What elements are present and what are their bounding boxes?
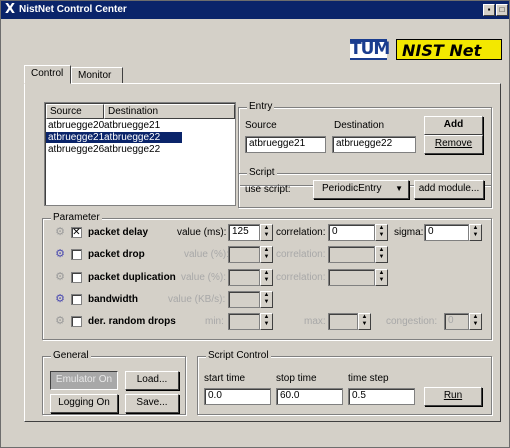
drop-correlation-label: correlation: <box>276 249 326 260</box>
spinner-arrows-icon: ▲ ▼ <box>260 291 273 308</box>
sigma-label: sigma: <box>394 227 424 238</box>
congestion-label: congestion: <box>386 316 438 327</box>
spinner-arrows-icon: ▲ ▼ <box>375 246 388 263</box>
parameter-caption: Parameter <box>51 212 102 223</box>
script-control-caption: Script Control <box>206 350 271 361</box>
tab-monitor[interactable]: Monitor <box>71 67 123 84</box>
add-button[interactable]: Add <box>424 116 483 135</box>
load-button[interactable]: Load... <box>125 371 179 390</box>
spinner-arrows-icon[interactable]: ▲ ▼ <box>375 224 388 241</box>
time-step-field[interactable]: 0.5 <box>348 388 415 405</box>
start-time-label: start time <box>204 373 246 384</box>
stop-time-label: stop time <box>276 373 317 384</box>
list-item[interactable]: atbruegge26atbruegge22 <box>46 144 232 155</box>
entry-destination-label: Destination <box>334 120 385 131</box>
drop-correlation-field <box>328 246 375 263</box>
emulator-on-button[interactable]: Emulator On <box>50 371 118 390</box>
tab-control[interactable]: Control <box>24 65 71 84</box>
drop-value-field <box>228 246 260 263</box>
gear-icon[interactable]: ⚙ <box>54 293 66 305</box>
spinner-arrows-icon: ▲ ▼ <box>469 313 482 330</box>
chevron-down-icon: ▼ <box>395 184 403 193</box>
start-time-field[interactable]: 0.0 <box>204 388 271 405</box>
congestion-field: 0 <box>444 313 469 330</box>
spinner-arrows-icon[interactable]: ▲ ▼ <box>469 224 482 241</box>
delay-value-field[interactable]: 125 <box>228 224 260 241</box>
list-item-destination: atbruegge21 <box>104 120 161 131</box>
max-label: max: <box>304 316 326 327</box>
spinner-arrows-icon: ▲ ▼ <box>375 269 388 286</box>
bandwidth-label: bandwidth <box>88 294 138 305</box>
title-bar[interactable]: X NistNet Control Center ▪ □ <box>1 1 509 19</box>
packet-drop-label: packet drop <box>88 249 145 260</box>
remove-button[interactable]: Remove <box>424 135 483 154</box>
tum-logo: TUM <box>350 39 390 60</box>
duplication-value-field <box>228 269 260 286</box>
bandwidth-checkbox[interactable] <box>71 294 82 305</box>
delay-value-label: value (ms): <box>177 227 227 238</box>
x-logo-icon: X <box>5 2 16 17</box>
connection-list[interactable]: Source Destination atbruegge20atbruegge2… <box>44 102 236 206</box>
save-button[interactable]: Save... <box>125 394 179 413</box>
duplication-correlation-label: correlation: <box>276 272 326 283</box>
entry-source-field[interactable]: atbruegge21 <box>245 136 326 153</box>
random-drops-label: der. random drops <box>88 316 176 327</box>
script-control-group: Script Control <box>197 350 492 415</box>
packet-drop-checkbox[interactable] <box>71 249 82 260</box>
logging-on-button[interactable]: Logging On <box>50 394 118 413</box>
list-item-selected[interactable]: atbruegge21atbruegge22 <box>46 132 182 143</box>
list-item-source: atbruegge21 <box>48 132 105 143</box>
bandwidth-value-label: value (KB/s): <box>168 294 226 305</box>
general-caption: General <box>51 350 91 361</box>
gear-icon: ⚙ <box>55 315 65 327</box>
delay-correlation-field[interactable]: 0 <box>328 224 375 241</box>
list-item-source: atbruegge20 <box>48 120 105 131</box>
run-button[interactable]: Run <box>424 387 482 406</box>
min-label: min: <box>205 316 224 327</box>
duplication-correlation-field <box>328 269 375 286</box>
gear-icon: ⚙ <box>55 271 65 283</box>
packet-duplication-checkbox[interactable] <box>71 272 82 283</box>
nistnet-logo: NIST Net <box>396 39 502 60</box>
packet-delay-label: packet delay <box>88 227 149 238</box>
list-header-destination[interactable]: Destination <box>104 104 235 119</box>
entry-source-label: Source <box>245 120 277 131</box>
script-select-value: PeriodicEntry <box>322 183 382 194</box>
list-header-source[interactable]: Source <box>46 104 104 119</box>
delay-correlation-label: correlation: <box>276 227 326 238</box>
bandwidth-value-field <box>228 291 260 308</box>
entry-caption: Entry <box>247 101 275 112</box>
time-step-label: time step <box>348 373 389 384</box>
packet-duplication-label: packet duplication <box>88 272 176 283</box>
script-select[interactable]: PeriodicEntry ▼ <box>313 180 409 199</box>
add-module-button[interactable]: add module... <box>414 180 484 199</box>
list-item-source: atbruegge26 <box>48 144 105 155</box>
maximize-icon[interactable]: □ <box>496 4 508 16</box>
drop-value-label: value (%): <box>184 249 230 260</box>
packet-delay-checkbox[interactable]: ✕ <box>71 227 82 238</box>
gear-icon: ⚙ <box>55 226 65 238</box>
stop-time-field[interactable]: 60.0 <box>276 388 343 405</box>
minimize-icon[interactable]: ▪ <box>483 4 495 16</box>
duplication-value-label: value (%): <box>181 272 227 283</box>
spinner-arrows-icon: ▲ ▼ <box>260 246 273 263</box>
min-field <box>228 313 260 330</box>
script-caption: Script <box>247 167 277 178</box>
max-field <box>328 313 358 330</box>
window-title: NistNet Control Center <box>19 4 127 15</box>
main-window: X NistNet Control Center ▪ □ TUM NIST Ne… <box>0 0 510 448</box>
spinner-arrows-icon: ▲ ▼ <box>260 313 273 330</box>
sigma-field[interactable]: 0 <box>424 224 469 241</box>
entry-destination-field[interactable]: atbruegge22 <box>332 136 416 153</box>
list-item-destination: atbruegge22 <box>104 132 161 143</box>
list-item-destination: atbruegge22 <box>104 144 161 155</box>
use-script-label: use script: <box>245 184 291 195</box>
spinner-arrows-icon[interactable]: ▲ ▼ <box>260 224 273 241</box>
spinner-arrows-icon: ▲ ▼ <box>358 313 371 330</box>
list-item[interactable]: atbruegge20atbruegge21 <box>46 120 232 131</box>
gear-icon[interactable]: ⚙ <box>54 248 66 260</box>
random-drops-checkbox[interactable] <box>71 316 82 327</box>
spinner-arrows-icon: ▲ ▼ <box>260 269 273 286</box>
